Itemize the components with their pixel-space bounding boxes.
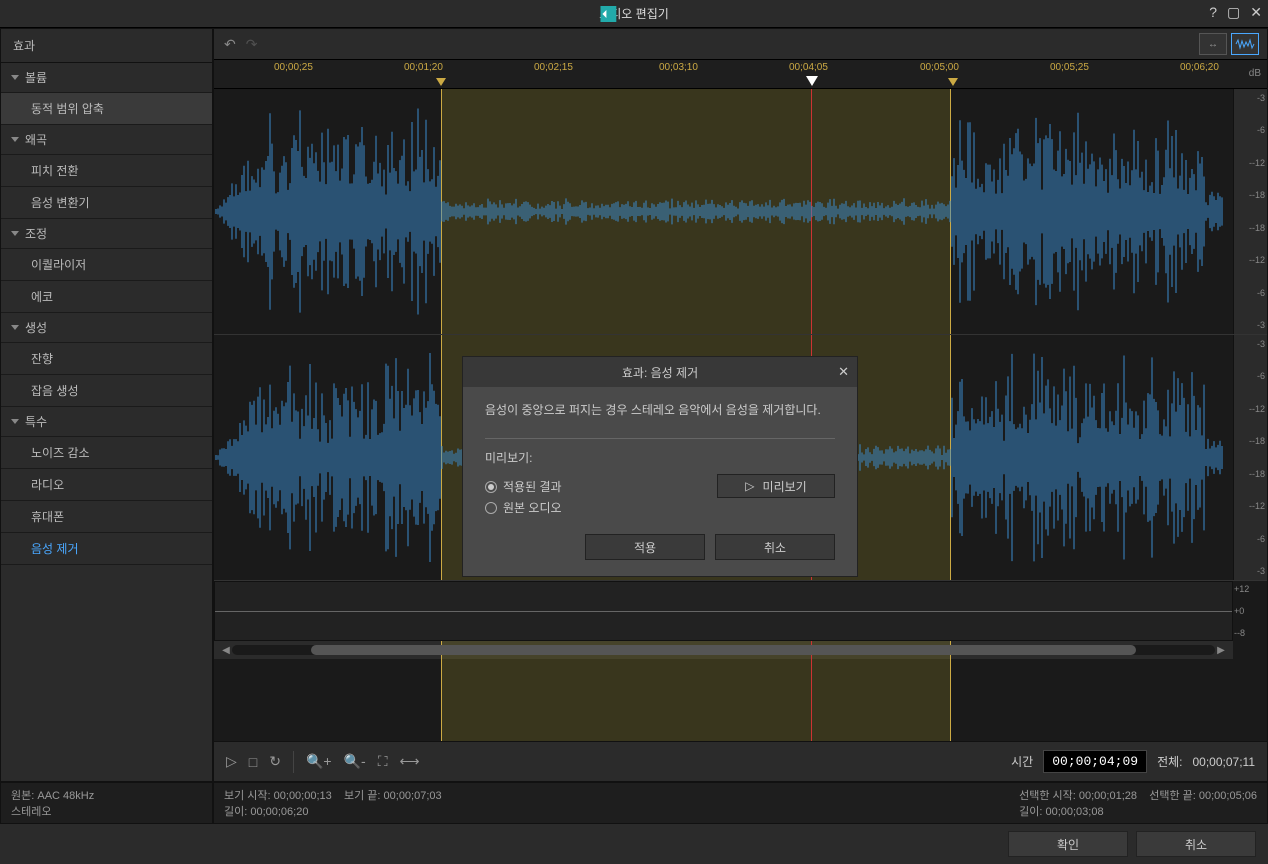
view-start: 보기 시작: 00;00;00;13 xyxy=(224,790,332,802)
preview-label: 미리보기: xyxy=(485,449,835,466)
ok-button[interactable]: 확인 xyxy=(1008,831,1128,857)
item-vocal-remove[interactable]: 음성 제거 xyxy=(1,533,212,565)
stop-icon[interactable]: □ xyxy=(249,754,257,770)
effects-list: 볼륨 동적 범위 압축 왜곡 피치 전환 음성 변환기 조정 이퀄라이저 에코 … xyxy=(1,63,212,781)
status-bar: 원본: AAC 48kHz 스테레오 보기 시작: 00;00;00;13 보기… xyxy=(0,782,1268,824)
overview-scale: +12+0--8 xyxy=(1232,582,1266,640)
play-icon[interactable]: ▷ xyxy=(226,753,237,770)
window-titlebar: 오디오 편집기 ? ▢ ✕ xyxy=(0,0,1268,28)
editor-toolbar: ↶ ↷ ↔ xyxy=(214,29,1267,59)
app-logo-icon xyxy=(600,6,616,22)
dialog-titlebar[interactable]: 효과: 음성 제거 ✕ xyxy=(463,357,857,387)
view-length: 길이: 00;00;06;20 xyxy=(224,806,308,818)
help-icon[interactable]: ? xyxy=(1209,4,1217,21)
item-echo[interactable]: 에코 xyxy=(1,281,212,313)
category-distortion[interactable]: 왜곡 xyxy=(1,125,212,155)
sel-start: 선택한 시작: 00;00;01;28 xyxy=(1019,790,1137,802)
sel-length: 길이: 00;00;03;08 xyxy=(1019,806,1103,818)
item-noise-reduce[interactable]: 노이즈 감소 xyxy=(1,437,212,469)
category-generate[interactable]: 생성 xyxy=(1,313,212,343)
scroll-right-icon[interactable]: ▶ xyxy=(1215,645,1227,656)
db-scale-left: -3-6--12--18--18--12-6-3 xyxy=(1233,89,1267,334)
zoom-out-icon[interactable]: 🔍- xyxy=(344,753,366,770)
cancel-button[interactable]: 취소 xyxy=(1136,831,1256,857)
maximize-icon[interactable]: ▢ xyxy=(1227,4,1240,21)
item-phone[interactable]: 휴대폰 xyxy=(1,501,212,533)
radio-applied-result[interactable]: 적용된 결과 xyxy=(485,478,562,495)
total-time: 00;00;07;11 xyxy=(1192,755,1255,769)
radio-icon xyxy=(485,502,497,514)
total-label: 전체: xyxy=(1157,753,1182,770)
view-end: 보기 끝: 00;00;07;03 xyxy=(344,790,442,802)
radio-original-audio[interactable]: 원본 오디오 xyxy=(485,499,562,516)
category-volume[interactable]: 볼륨 xyxy=(1,63,212,93)
waveform-left xyxy=(214,89,1224,334)
item-reverb[interactable]: 잔향 xyxy=(1,343,212,375)
item-noise-gen[interactable]: 잡음 생성 xyxy=(1,375,212,407)
db-scale-right: -3-6--12--18--18--12-6-3 xyxy=(1233,335,1267,580)
channel-left: -3-6--12--18--18--12-6-3 xyxy=(214,89,1267,335)
undo-icon[interactable]: ↶ xyxy=(224,36,236,53)
preview-button[interactable]: ▷ 미리보기 xyxy=(717,474,835,498)
dialog-cancel-button[interactable]: 취소 xyxy=(715,534,835,560)
zoom-fit-icon[interactable]: ⟷ xyxy=(400,753,420,770)
current-time[interactable]: 00;00;04;09 xyxy=(1043,750,1147,773)
dialog-description: 음성이 중앙으로 퍼지는 경우 스테레오 음악에서 음성을 제거합니다. xyxy=(485,401,835,420)
dialog-close-icon[interactable]: ✕ xyxy=(838,364,849,380)
item-radio[interactable]: 라디오 xyxy=(1,469,212,501)
chevron-down-icon xyxy=(11,419,19,424)
db-label: dB xyxy=(1249,68,1261,79)
waveform-icon xyxy=(1235,38,1255,50)
selection-start-marker[interactable] xyxy=(436,78,446,86)
item-voice-changer[interactable]: 음성 변환기 xyxy=(1,187,212,219)
loop-icon[interactable]: ↻ xyxy=(269,753,281,770)
chevron-down-icon xyxy=(11,137,19,142)
timeline-ruler[interactable]: 00;00;25 00;01;20 00;02;15 00;03;10 00;0… xyxy=(214,59,1267,89)
playhead-marker[interactable] xyxy=(806,76,818,86)
vocal-remove-dialog: 효과: 음성 제거 ✕ 음성이 중앙으로 퍼지는 경우 스테레오 음악에서 음성… xyxy=(462,356,858,577)
sidebar-header: 효과 xyxy=(1,29,212,63)
divider xyxy=(293,751,294,773)
scroll-left-icon[interactable]: ◀ xyxy=(220,645,232,656)
close-icon[interactable]: ✕ xyxy=(1250,4,1262,21)
mode-zoom-fit[interactable]: ↔ xyxy=(1199,33,1227,55)
scroll-thumb[interactable] xyxy=(311,645,1137,655)
redo-icon[interactable]: ↷ xyxy=(246,36,258,53)
dialog-title: 효과: 음성 제거 xyxy=(622,364,698,381)
chevron-down-icon xyxy=(11,231,19,236)
divider xyxy=(485,438,835,439)
item-dynamic-range[interactable]: 동적 범위 압축 xyxy=(1,93,212,125)
item-pitch-shift[interactable]: 피치 전환 xyxy=(1,155,212,187)
radio-icon xyxy=(485,481,497,493)
play-icon: ▷ xyxy=(745,479,754,493)
playback-controls: ▷ □ ↻ 🔍+ 🔍- ⛶ ⟷ 시간 00;00;04;09 전체: 00;00… xyxy=(214,741,1267,781)
time-label: 시간 xyxy=(1011,753,1033,770)
overview-strip[interactable]: +12+0--8 xyxy=(214,581,1233,641)
category-special[interactable]: 특수 xyxy=(1,407,212,437)
footer-buttons: 확인 취소 xyxy=(0,824,1268,864)
source-format: 원본: AAC 48kHz xyxy=(11,787,202,803)
apply-button[interactable]: 적용 xyxy=(585,534,705,560)
chevron-down-icon xyxy=(11,75,19,80)
mode-waveform[interactable] xyxy=(1231,33,1259,55)
effects-sidebar: 효과 볼륨 동적 범위 압축 왜곡 피치 전환 음성 변환기 조정 이퀄라이저 … xyxy=(0,28,213,782)
item-equalizer[interactable]: 이퀄라이저 xyxy=(1,249,212,281)
sel-end: 선택한 끝: 00;00;05;06 xyxy=(1149,790,1257,802)
channel-mode: 스테레오 xyxy=(11,803,202,819)
category-adjust[interactable]: 조정 xyxy=(1,219,212,249)
selection-end-marker[interactable] xyxy=(948,78,958,86)
zoom-in-icon[interactable]: 🔍+ xyxy=(306,753,332,770)
zoom-selection-icon[interactable]: ⛶ xyxy=(378,753,388,770)
chevron-down-icon xyxy=(11,325,19,330)
